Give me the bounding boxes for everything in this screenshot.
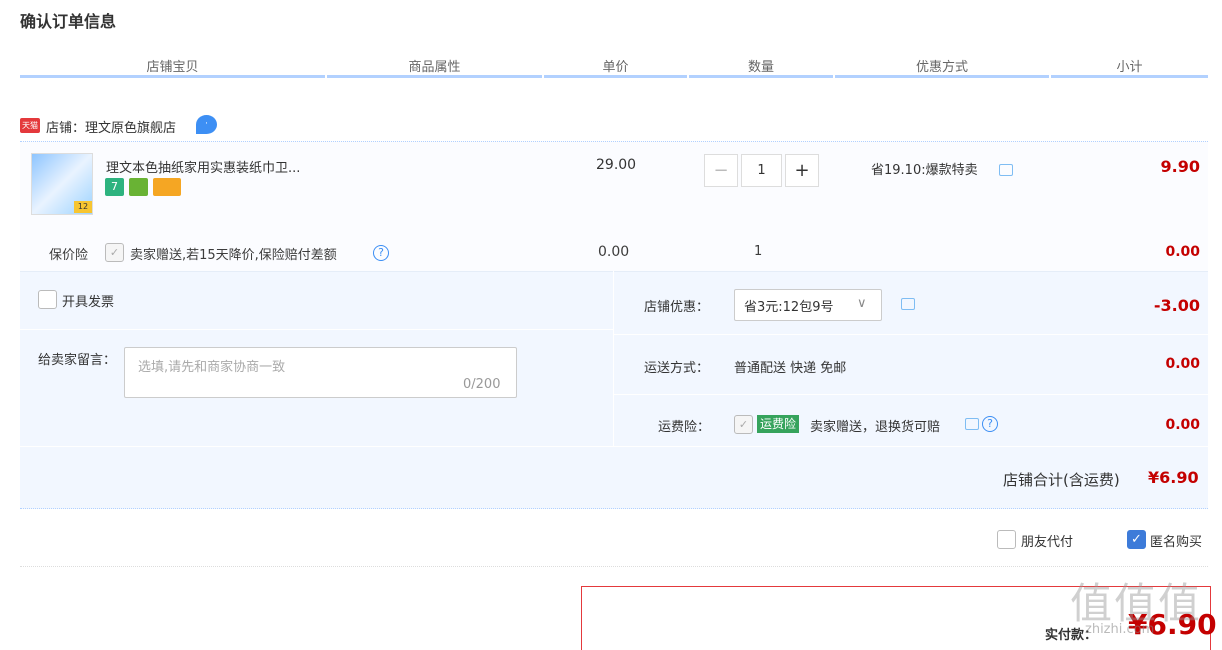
- shop-discount-label: 店铺优惠：: [644, 300, 710, 315]
- shipping-label: 运送方式：: [644, 361, 710, 376]
- anonymous-checkbox[interactable]: ✓: [1127, 530, 1146, 549]
- freight-insurance-checkbox: ✓: [734, 415, 753, 434]
- item-subtotal: 9.90: [1160, 157, 1200, 176]
- comment-icon[interactable]: [901, 298, 915, 310]
- divider: [614, 394, 1208, 395]
- freight-insurance-badge: 运费险: [757, 415, 800, 433]
- guarantee-icon: [129, 178, 148, 196]
- message-placeholder: 选填,请先和商家协商一致: [138, 360, 286, 375]
- qty-increase-button[interactable]: +: [785, 154, 819, 187]
- freight-insurance-amount: 0.00: [1165, 417, 1200, 433]
- insurance-label: 保价险: [49, 248, 89, 263]
- insurance-checkbox: ✓: [105, 243, 124, 262]
- insurance-qty: 1: [754, 244, 763, 259]
- page-title: 确认订单信息: [20, 12, 117, 31]
- freight-insurance-label: 运费险：: [658, 420, 711, 435]
- col-header-attributes: 商品属性: [327, 56, 542, 78]
- divider: [20, 446, 1208, 447]
- divider: [613, 271, 614, 446]
- quantity-input[interactable]: 1: [741, 154, 782, 187]
- insurance-desc: 卖家赠送,若15天降价,保险赔付差额: [130, 248, 337, 263]
- message-char-count: 0/200: [463, 377, 501, 392]
- shop-name[interactable]: 店铺：理文原色旗舰店: [46, 117, 176, 136]
- shop-total-value: ¥6.90: [1148, 468, 1199, 487]
- thumb-count-tag: 12: [74, 201, 92, 213]
- divider: [20, 329, 613, 330]
- credit-card-icon: [153, 178, 181, 196]
- col-header-quantity: 数量: [689, 56, 833, 78]
- shipping-value: 普通配送 快递 免邮: [734, 361, 847, 376]
- col-header-unit-price: 单价: [544, 56, 687, 78]
- tmall-badge: 天猫: [20, 118, 40, 133]
- chat-seller-icon[interactable]: ·: [196, 115, 217, 134]
- anonymous-label: 匿名购买: [1150, 535, 1203, 550]
- col-header-shop-item: 店铺宝贝: [20, 56, 325, 78]
- comment-icon[interactable]: [965, 418, 979, 430]
- divider: [614, 334, 1208, 335]
- promo-text: 省19.10:爆款特卖: [871, 163, 978, 178]
- insurance-price: 0.00: [598, 244, 630, 260]
- help-icon[interactable]: ?: [373, 245, 389, 261]
- product-title[interactable]: 理文本色抽纸家用实惠装纸巾卫...: [106, 157, 300, 176]
- unit-price: 29.00: [596, 157, 637, 173]
- message-label: 给卖家留言：: [38, 353, 117, 368]
- divider: [20, 566, 1208, 567]
- friend-pay-checkbox[interactable]: [997, 530, 1016, 549]
- col-header-discount: 优惠方式: [835, 56, 1049, 78]
- invoice-checkbox[interactable]: [38, 290, 57, 309]
- comment-icon[interactable]: [999, 164, 1013, 176]
- invoice-label: 开具发票: [62, 295, 115, 310]
- col-header-subtotal: 小计: [1051, 56, 1208, 78]
- insurance-subtotal: 0.00: [1165, 244, 1200, 260]
- seven-day-return-icon: 7: [105, 178, 124, 196]
- shop-discount-value: 省3元:12包9号: [744, 300, 834, 315]
- watermark-url: zhizhi.com: [1085, 622, 1155, 637]
- shipping-amount: 0.00: [1165, 356, 1200, 372]
- shop-total-label: 店铺合计(含运费): [1003, 471, 1120, 489]
- shop-discount-amount: -3.00: [1153, 296, 1200, 315]
- chevron-down-icon: ∨: [857, 296, 867, 311]
- qty-decrease-button[interactable]: −: [704, 154, 738, 187]
- friend-pay-label: 朋友代付: [1021, 535, 1074, 550]
- help-icon[interactable]: ?: [982, 416, 998, 432]
- freight-insurance-desc: 卖家赠送，退换货可赔: [810, 420, 941, 435]
